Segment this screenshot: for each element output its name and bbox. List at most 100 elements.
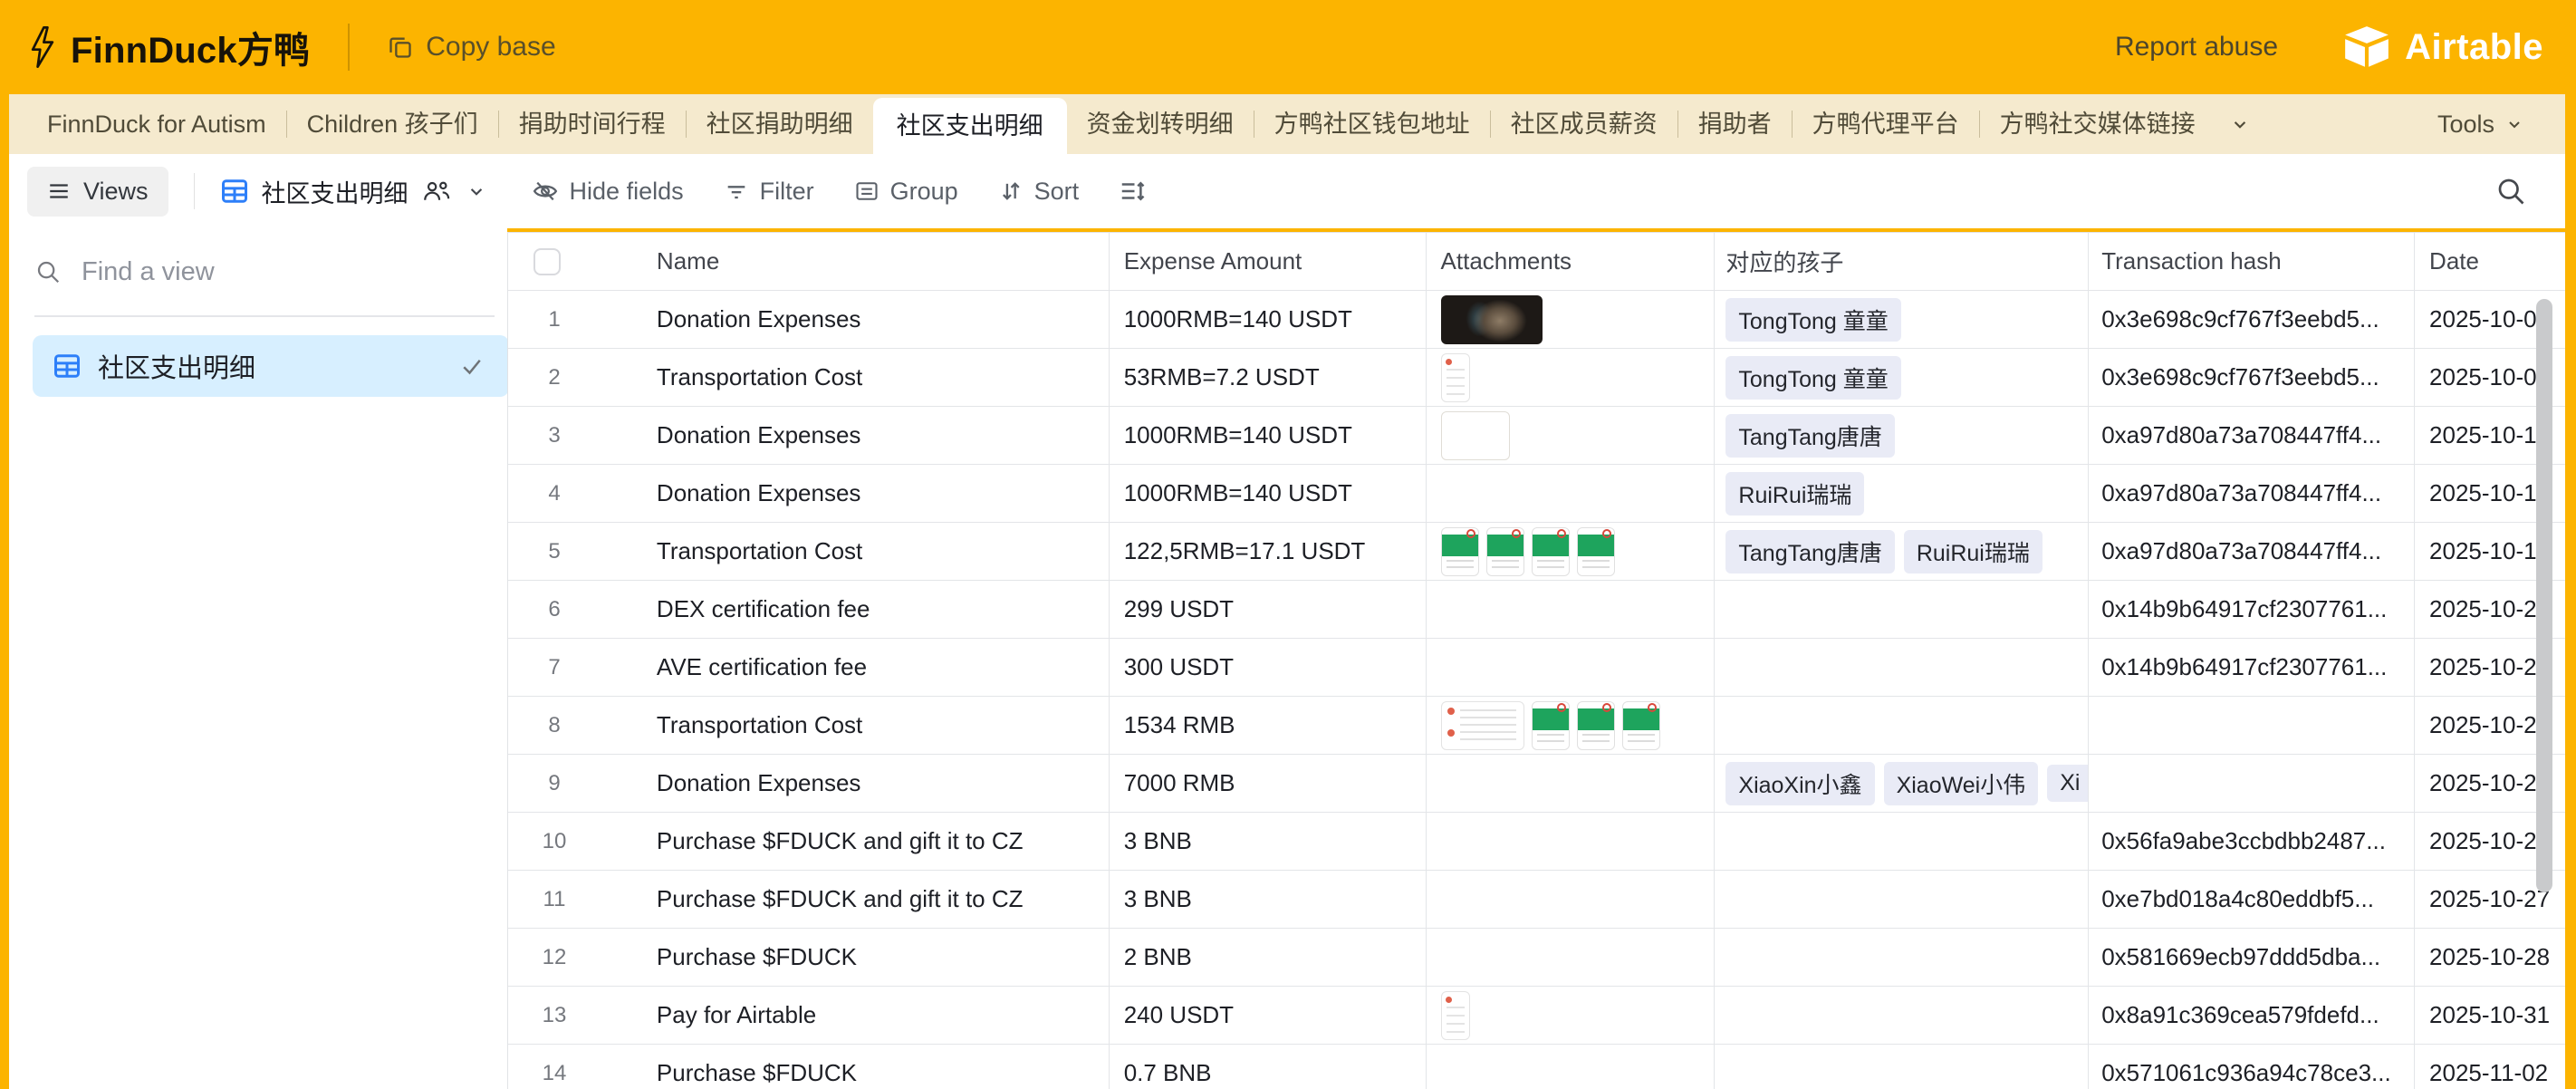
attachment-thumbnail-receipt-green[interactable] xyxy=(1577,527,1615,576)
select-all-checkbox[interactable] xyxy=(533,248,561,275)
row-number-cell[interactable]: 7 xyxy=(508,639,657,696)
table-tab-7[interactable]: 方鸭社区钱包地址 xyxy=(1254,94,1490,154)
expense-amount-cell[interactable]: 1534 RMB xyxy=(1110,697,1427,754)
table-tab-6[interactable]: 资金划转明细 xyxy=(1067,94,1254,154)
expense-amount-cell[interactable]: 7000 RMB xyxy=(1110,755,1427,812)
linked-children-cell[interactable]: XiaoXin小鑫XiaoWei小伟Xi xyxy=(1715,755,2089,812)
table-tab-11[interactable]: 方鸭社交媒体链接 xyxy=(1980,94,2216,154)
table-tab-2[interactable]: Children 孩子们 xyxy=(287,94,498,154)
transaction-hash-cell[interactable]: 0x14b9b64917cf2307761... xyxy=(2089,639,2415,696)
name-cell[interactable]: Donation Expenses xyxy=(657,407,1110,464)
name-cell[interactable]: Transportation Cost xyxy=(657,697,1110,754)
transaction-hash-cell[interactable]: 0x3e698c9cf767f3eebd5... xyxy=(2089,291,2415,348)
transaction-hash-cell[interactable]: 0xa97d80a73a708447ff4... xyxy=(2089,407,2415,464)
row-number-cell[interactable]: 1 xyxy=(508,291,657,348)
linked-children-cell[interactable]: TongTong 童童 xyxy=(1715,291,2089,348)
attachments-cell[interactable] xyxy=(1427,291,1716,348)
search-button[interactable] xyxy=(2494,175,2527,207)
table-row[interactable]: 2Transportation Cost53RMB=7.2 USDT TongTo… xyxy=(508,349,2565,407)
table-tab-4[interactable]: 社区捐助明细 xyxy=(687,94,873,154)
transaction-hash-cell[interactable]: 0x3e698c9cf767f3eebd5... xyxy=(2089,349,2415,406)
date-cell[interactable]: 2025-11-02 xyxy=(2415,1045,2565,1089)
row-number-cell[interactable]: 5 xyxy=(508,523,657,580)
table-row[interactable]: 1Donation Expenses1000RMB=140 USDTTongTo… xyxy=(508,291,2565,349)
attachment-thumbnail-receipt-white[interactable] xyxy=(1441,353,1470,402)
row-number-cell[interactable]: 9 xyxy=(508,755,657,812)
expense-amount-cell[interactable]: 1000RMB=140 USDT xyxy=(1110,465,1427,522)
table-row[interactable]: 7AVE certification fee300 USDT0x14b9b649… xyxy=(508,639,2565,697)
linked-children-cell[interactable] xyxy=(1715,929,2089,986)
more-tabs-chevron-icon[interactable] xyxy=(2228,112,2252,136)
transaction-hash-cell[interactable]: 0x14b9b64917cf2307761... xyxy=(2089,581,2415,638)
name-cell[interactable]: Transportation Cost xyxy=(657,349,1110,406)
table-tab-8[interactable]: 社区成员薪资 xyxy=(1491,94,1677,154)
date-cell[interactable]: 2025-10-31 xyxy=(2415,987,2565,1044)
date-cell[interactable]: 2025-10-28 xyxy=(2415,929,2565,986)
attachment-thumbnail-receipt-green[interactable] xyxy=(1532,527,1570,576)
name-cell[interactable]: DEX certification fee xyxy=(657,581,1110,638)
current-view-switcher[interactable]: 社区支出明细 xyxy=(220,174,488,209)
attachment-thumbnail-photo-dark[interactable] xyxy=(1441,295,1543,344)
sort-button[interactable]: Sort xyxy=(998,178,1080,206)
attachments-cell[interactable] xyxy=(1427,755,1716,812)
transaction-hash-cell[interactable] xyxy=(2089,755,2415,812)
attachments-cell[interactable] xyxy=(1427,349,1716,406)
row-number-cell[interactable]: 6 xyxy=(508,581,657,638)
attachment-thumbnail-receipt-white-wide[interactable] xyxy=(1441,701,1524,750)
linked-children-cell[interactable] xyxy=(1715,987,2089,1044)
copy-base-button[interactable]: Copy base xyxy=(388,32,555,63)
name-cell[interactable]: Pay for Airtable xyxy=(657,987,1110,1044)
transaction-hash-cell[interactable]: 0xa97d80a73a708447ff4... xyxy=(2089,465,2415,522)
transaction-hash-cell[interactable]: 0x581669ecb97ddd5dba... xyxy=(2089,929,2415,986)
row-number-cell[interactable]: 2 xyxy=(508,349,657,406)
row-number-cell[interactable]: 13 xyxy=(508,987,657,1044)
linked-children-cell[interactable]: TangTang唐唐 xyxy=(1715,407,2089,464)
expense-amount-cell[interactable]: 2 BNB xyxy=(1110,929,1427,986)
linked-children-cell[interactable] xyxy=(1715,697,2089,754)
table-tab-1[interactable]: FinnDuck for Autism xyxy=(27,94,286,154)
filter-button[interactable]: Filter xyxy=(724,178,814,206)
attachment-thumbnail-receipt-green[interactable] xyxy=(1532,701,1570,750)
row-number-cell[interactable]: 14 xyxy=(508,1045,657,1089)
expense-amount-cell[interactable]: 1000RMB=140 USDT xyxy=(1110,407,1427,464)
name-cell[interactable]: Purchase $FDUCK xyxy=(657,929,1110,986)
find-view-input[interactable] xyxy=(82,257,495,287)
attachments-cell[interactable] xyxy=(1427,581,1716,638)
sidebar-view-item-selected[interactable]: 社区支出明细 xyxy=(33,335,509,397)
row-number-cell[interactable]: 11 xyxy=(508,871,657,928)
linked-children-cell[interactable] xyxy=(1715,581,2089,638)
table-row[interactable]: 13Pay for Airtable240 USDT0x8a91c369cea5… xyxy=(508,987,2565,1045)
expense-amount-cell[interactable]: 240 USDT xyxy=(1110,987,1427,1044)
linked-children-cell[interactable]: TongTong 童童 xyxy=(1715,349,2089,406)
table-row[interactable]: 3Donation Expenses1000RMB=140 USDTTangTa… xyxy=(508,407,2565,465)
table-row[interactable]: 9Donation Expenses7000 RMB XiaoXin小鑫XiaoW… xyxy=(508,755,2565,813)
name-cell[interactable]: Donation Expenses xyxy=(657,291,1110,348)
vertical-scrollbar[interactable] xyxy=(2536,299,2552,892)
name-cell[interactable]: Transportation Cost xyxy=(657,523,1110,580)
attachments-cell[interactable] xyxy=(1427,1045,1716,1089)
row-number-cell[interactable]: 12 xyxy=(508,929,657,986)
attachments-cell[interactable] xyxy=(1427,407,1716,464)
row-number-cell[interactable]: 10 xyxy=(508,813,657,870)
transaction-hash-cell[interactable]: 0xe7bd018a4c80eddbf5... xyxy=(2089,871,2415,928)
name-cell[interactable]: Purchase $FDUCK and gift it to CZ xyxy=(657,813,1110,870)
expense-amount-cell[interactable]: 122,5RMB=17.1 USDT xyxy=(1110,523,1427,580)
expense-amount-cell[interactable]: 3 BNB xyxy=(1110,813,1427,870)
name-cell[interactable]: Donation Expenses xyxy=(657,755,1110,812)
attachment-thumbnail-receipt-green[interactable] xyxy=(1441,527,1479,576)
table-tab-3[interactable]: 捐助时间行程 xyxy=(499,94,686,154)
attachments-cell[interactable] xyxy=(1427,987,1716,1044)
attachments-cell[interactable] xyxy=(1427,929,1716,986)
expense-amount-cell[interactable]: 53RMB=7.2 USDT xyxy=(1110,349,1427,406)
expense-amount-cell[interactable]: 300 USDT xyxy=(1110,639,1427,696)
attachments-cell[interactable] xyxy=(1427,813,1716,870)
tools-menu[interactable]: Tools xyxy=(2437,94,2525,154)
attachments-cell[interactable] xyxy=(1427,465,1716,522)
row-height-button[interactable] xyxy=(1119,178,1146,205)
table-row[interactable]: 10Purchase $FDUCK and gift it to CZ3 BNB… xyxy=(508,813,2565,871)
table-tab-5[interactable]: 社区支出明细 xyxy=(873,98,1067,154)
table-row[interactable]: 4Donation Expenses1000RMB=140 USDTRuiRui… xyxy=(508,465,2565,523)
linked-children-cell[interactable] xyxy=(1715,871,2089,928)
transaction-hash-cell[interactable] xyxy=(2089,697,2415,754)
expense-amount-cell[interactable]: 299 USDT xyxy=(1110,581,1427,638)
